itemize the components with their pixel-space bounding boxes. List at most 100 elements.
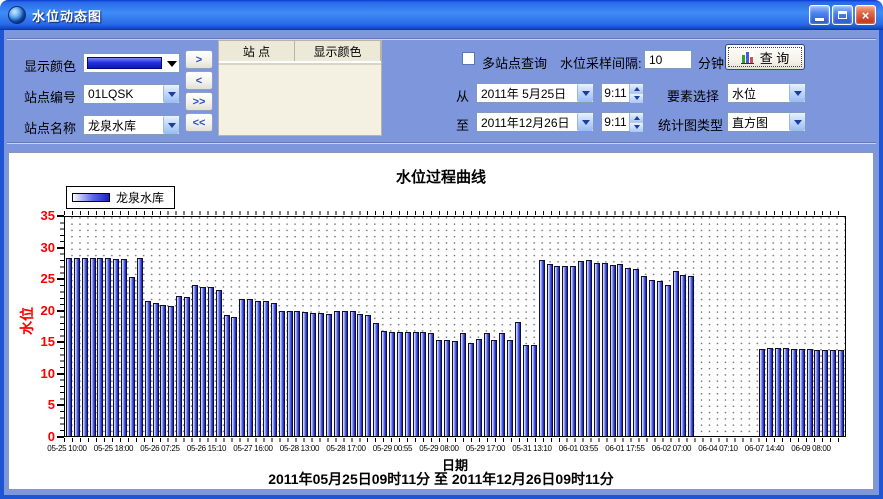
bar (200, 287, 206, 436)
spin-up-icon[interactable] (630, 113, 643, 123)
multi-station-label: 多站点查询 (482, 53, 547, 72)
bar (602, 263, 608, 436)
station-table-header: 站 点 显示颜色 (219, 41, 381, 63)
element-combo[interactable]: 水位 (727, 83, 806, 103)
x-tick-label: 06-02 07:00 (652, 444, 691, 453)
color-swatch (87, 57, 162, 69)
plot-area (64, 216, 846, 437)
bar (594, 263, 600, 436)
from-date-combo[interactable]: 2011年 5月25日 (476, 83, 594, 103)
dropdown-arrow-icon[interactable] (163, 116, 179, 134)
bar (499, 333, 505, 436)
station-name-value: 龙泉水库 (84, 117, 163, 134)
spin-up-icon[interactable] (630, 84, 643, 94)
move-all-left-button[interactable]: << (185, 113, 213, 132)
bar (783, 348, 789, 436)
dropdown-arrow-icon[interactable] (163, 85, 179, 103)
bar (160, 305, 166, 436)
bar (326, 314, 332, 436)
x-tick-label: 06-07 14:40 (745, 444, 784, 453)
bar (405, 332, 411, 436)
legend-label: 龙泉水库 (116, 189, 164, 206)
x-tick-label: 05-26 15:10 (187, 444, 226, 453)
bar (271, 303, 277, 436)
dropdown-arrow-icon[interactable] (164, 54, 179, 72)
bar (428, 333, 434, 436)
x-tick-label: 05-31 13:10 (512, 444, 551, 453)
element-select-label: 要素选择 (667, 86, 719, 105)
y-tick-label: 30 (41, 241, 55, 255)
bar (334, 311, 340, 436)
bar (586, 260, 592, 436)
interval-unit-label: 分钟 (698, 53, 724, 72)
bar (673, 271, 679, 436)
bar (523, 345, 529, 436)
bar (66, 258, 72, 436)
bar (302, 312, 308, 436)
dropdown-arrow-icon[interactable] (577, 113, 593, 131)
y-tick-label: 25 (41, 272, 55, 286)
multi-station-checkbox[interactable] (462, 52, 475, 65)
move-right-button[interactable]: > (185, 50, 213, 69)
query-button[interactable]: 查 询 (725, 44, 805, 70)
station-name-label: 站点名称 (24, 118, 76, 137)
bar (807, 349, 813, 436)
station-id-value: 01LQSK (84, 87, 163, 101)
station-column-header[interactable]: 站 点 (219, 41, 295, 61)
bar (413, 332, 419, 436)
chart-type-combo[interactable]: 直方图 (727, 112, 806, 132)
bar (224, 315, 230, 436)
bar (814, 350, 820, 436)
close-icon: × (862, 8, 870, 23)
bar (397, 332, 403, 436)
move-all-right-button[interactable]: >> (185, 92, 213, 111)
bar (318, 313, 324, 436)
bar (105, 258, 111, 436)
close-button[interactable]: × (855, 5, 876, 25)
station-table[interactable]: 站 点 显示颜色 (218, 40, 382, 136)
x-tick-label: 06-09 08:00 (791, 444, 830, 453)
bar (822, 350, 828, 436)
bar (460, 333, 466, 436)
to-label: 至 (456, 115, 469, 134)
x-tick-label: 05-29 08:00 (419, 444, 458, 453)
display-color-combo[interactable] (83, 53, 180, 73)
minimize-button[interactable] (809, 5, 830, 25)
globe-app-icon (8, 6, 26, 24)
x-tick-label: 05-28 17:00 (326, 444, 365, 453)
bar (263, 301, 269, 436)
y-tick-label: 0 (48, 430, 55, 444)
dropdown-arrow-icon[interactable] (789, 84, 805, 102)
chart-type-label: 统计图类型 (658, 115, 723, 134)
bar (74, 258, 80, 436)
interval-input[interactable]: 10 (644, 50, 692, 69)
move-left-button[interactable]: < (185, 71, 213, 90)
station-id-combo[interactable]: 01LQSK (83, 84, 180, 104)
titlebar[interactable]: 水位动态图 × (0, 0, 883, 30)
station-name-combo[interactable]: 龙泉水库 (83, 115, 180, 135)
bar (657, 281, 663, 436)
x-axis-tick-labels: 05-25 10:0005-25 18:0005-26 07:2505-26 1… (64, 444, 846, 454)
divider (7, 38, 876, 40)
from-time-spinner[interactable]: 9:11 (601, 83, 644, 103)
query-button-label: 查 询 (760, 48, 790, 67)
from-time-value: 9:11 (602, 86, 629, 100)
to-time-spinner[interactable]: 9:11 (601, 112, 644, 132)
window-body: 显示颜色 站点编号 01LQSK 站点名称 龙泉水库 > < >> << 站 点… (0, 30, 883, 499)
x-tick-label: 06-01 03:55 (559, 444, 598, 453)
bar (373, 323, 379, 436)
divider (7, 142, 876, 144)
bar (799, 349, 805, 436)
bar (129, 277, 135, 436)
to-date-combo[interactable]: 2011年12月26日 (476, 112, 594, 132)
dropdown-arrow-icon[interactable] (577, 84, 593, 102)
dropdown-arrow-icon[interactable] (789, 113, 805, 131)
maximize-button[interactable] (832, 5, 853, 25)
display-color-column-header[interactable]: 显示颜色 (295, 41, 381, 61)
spin-down-icon[interactable] (630, 123, 643, 132)
maximize-icon (838, 11, 847, 19)
station-id-label: 站点编号 (24, 87, 76, 106)
bar (838, 350, 844, 436)
spin-down-icon[interactable] (630, 94, 643, 103)
bar (255, 301, 261, 436)
